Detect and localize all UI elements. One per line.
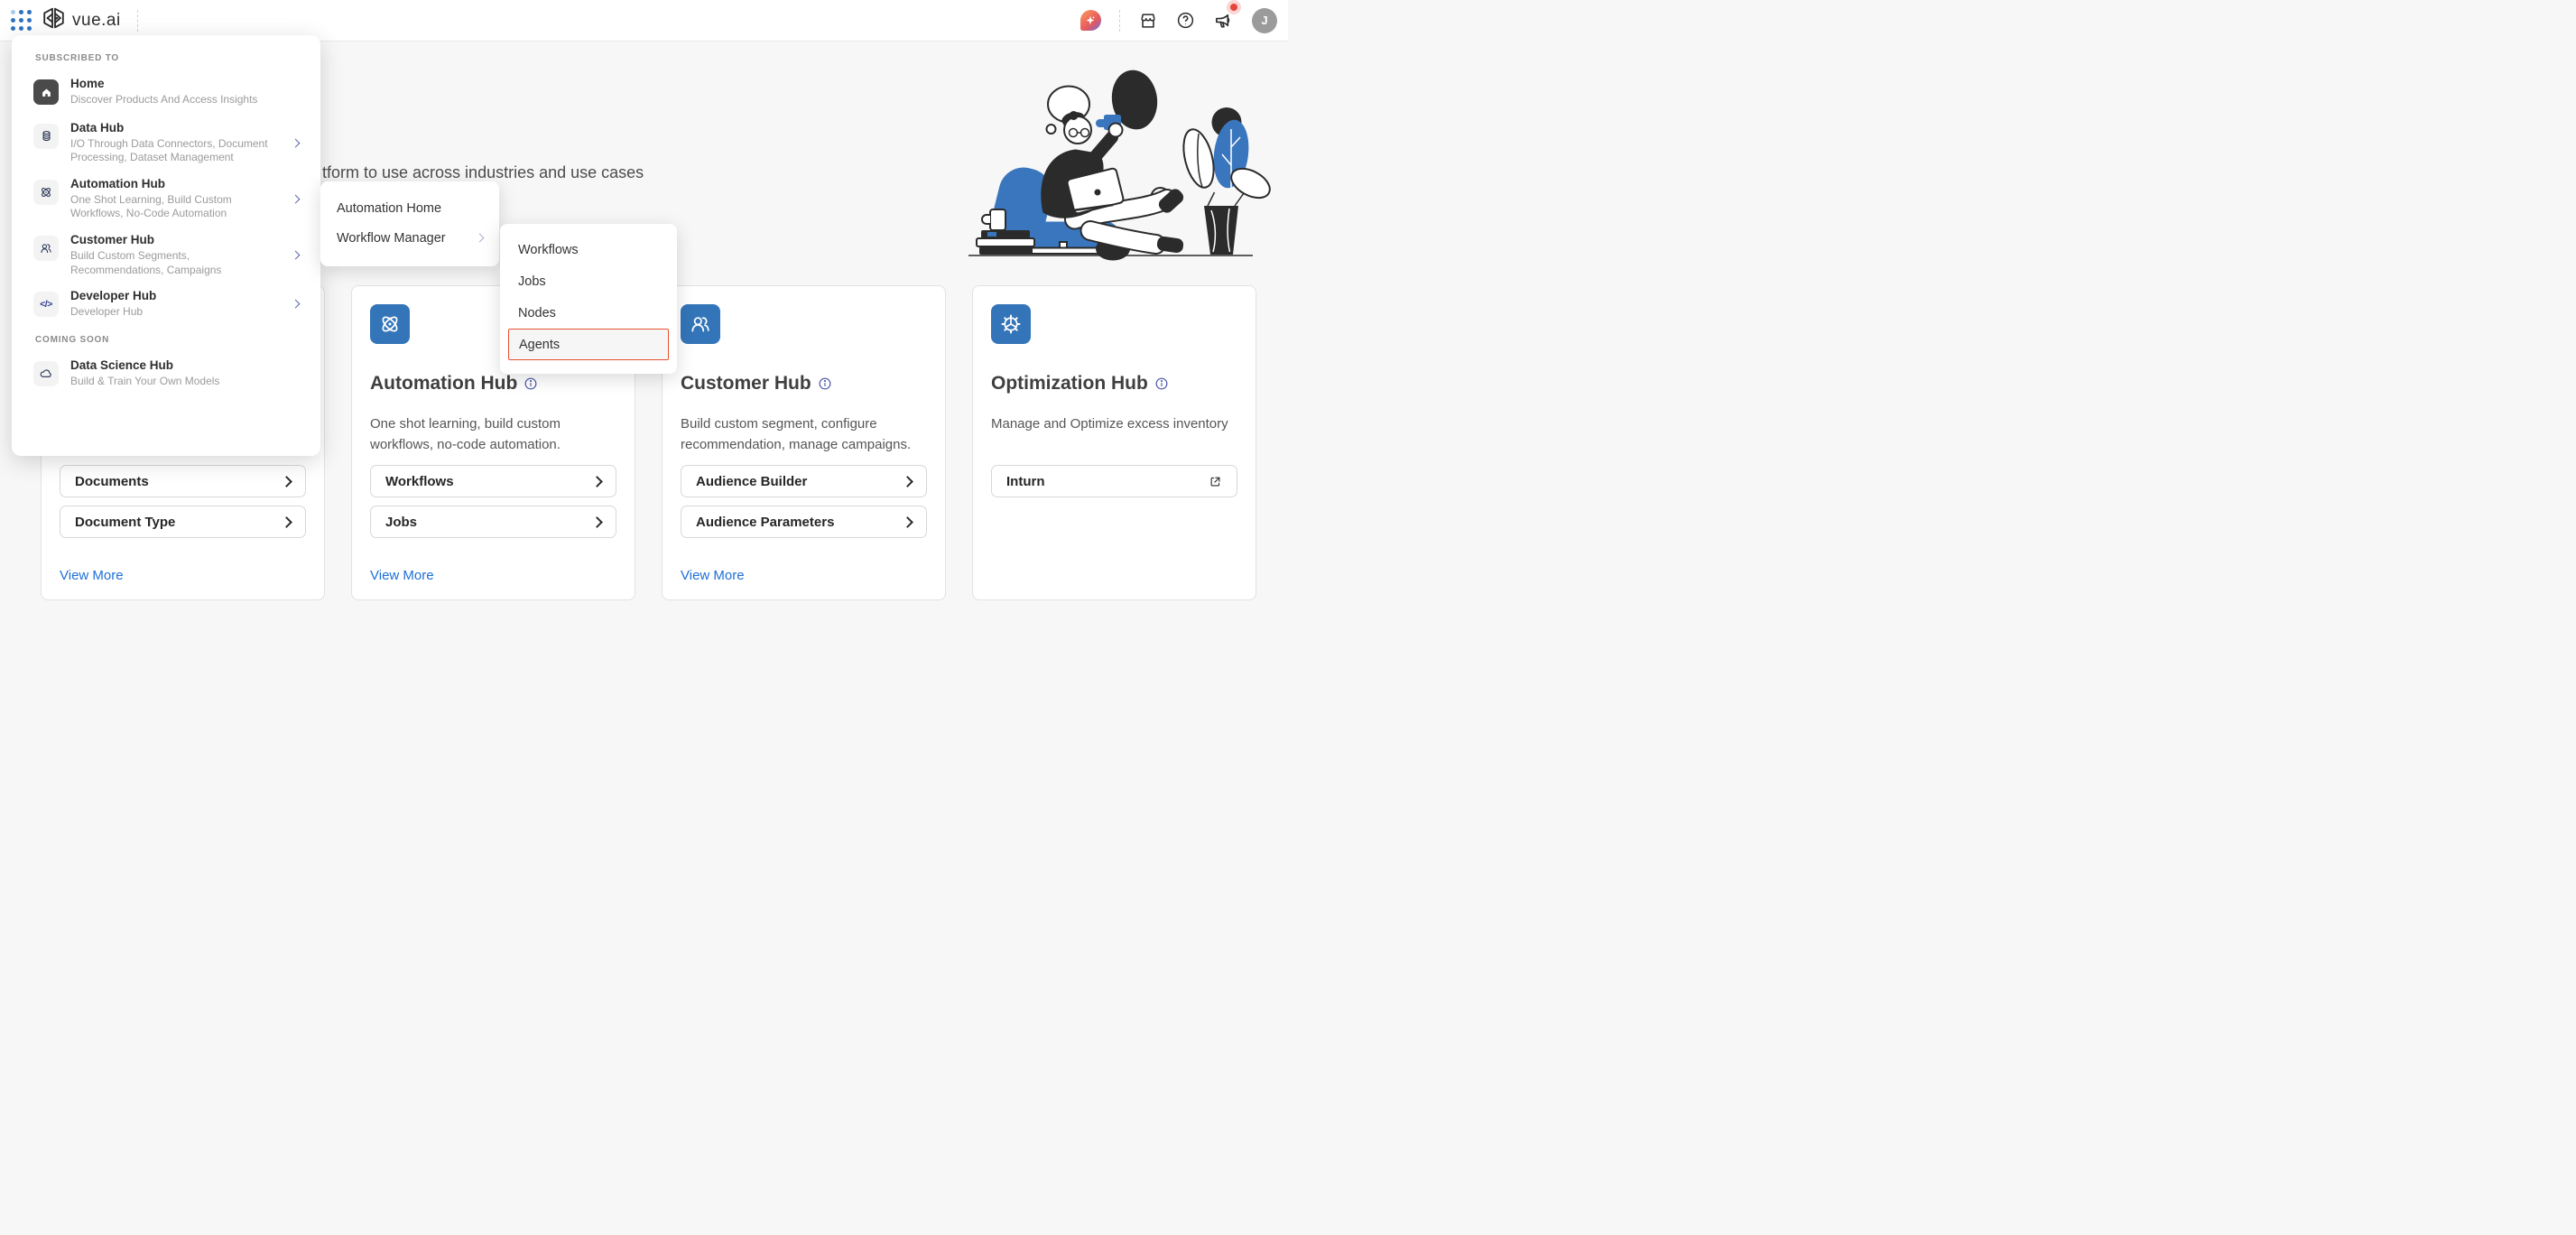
menu-item-developer-hub[interactable]: </> Developer Hub Developer Hub (33, 289, 299, 320)
view-more-link[interactable]: View More (370, 568, 434, 583)
chevron-right-icon (476, 234, 485, 243)
chevron-right-icon (902, 476, 913, 488)
submenu-item-workflows[interactable]: Workflows (508, 234, 669, 265)
apps-dropdown-menu: SUBSCRIBED TO Home Discover Products And… (12, 35, 320, 456)
submenu-item-jobs[interactable]: Jobs (508, 265, 669, 297)
card-optimization-hub: Optimization Hub Manage and Optimize exc… (972, 285, 1256, 600)
chevron-right-icon (591, 516, 603, 528)
card-customer-buttons: Audience Builder Audience Parameters (681, 465, 927, 538)
menu-item-automation-hub[interactable]: Automation Hub One Shot Learning, Build … (33, 177, 299, 221)
document-type-button[interactable]: Document Type (60, 506, 306, 538)
notification-dot (1230, 4, 1237, 11)
view-more-link[interactable]: View More (60, 568, 124, 583)
help-icon[interactable] (1176, 11, 1195, 30)
info-icon[interactable] (1155, 377, 1168, 390)
atom-icon (370, 304, 410, 344)
hero-illustration (955, 61, 1280, 265)
chevron-right-icon (281, 476, 292, 488)
chevron-right-icon (292, 138, 301, 147)
menu-item-customer-hub[interactable]: Customer Hub Build Custom Segments, Reco… (33, 233, 299, 277)
menu-item-text: Data Hub I/O Through Data Connectors, Do… (70, 121, 281, 165)
menu-section-header: SUBSCRIBED TO (35, 53, 299, 63)
card-title: Automation Hub (370, 373, 537, 395)
menu-item-text: Developer Hub Developer Hub (70, 289, 281, 320)
info-icon[interactable] (524, 377, 537, 390)
menu-item-home[interactable]: Home Discover Products And Access Insigh… (33, 77, 299, 107)
database-icon (33, 124, 59, 149)
menu-item-text: Automation Hub One Shot Learning, Build … (70, 177, 281, 221)
external-link-icon (1209, 475, 1222, 488)
card-data-hub-buttons: Documents Document Type (60, 465, 306, 538)
menu-section-header: COMING SOON (35, 335, 299, 345)
announcements-icon[interactable] (1213, 10, 1234, 31)
inturn-button[interactable]: Inturn (991, 465, 1237, 497)
gear-icon (991, 304, 1031, 344)
submenu-item-automation-home[interactable]: Automation Home (320, 193, 499, 223)
chevron-right-icon (902, 516, 913, 528)
card-customer-hub: Customer Hub Build custom segment, confi… (662, 285, 946, 600)
info-icon[interactable] (819, 377, 831, 390)
cloud-icon (33, 361, 59, 386)
jobs-button[interactable]: Jobs (370, 506, 616, 538)
view-more-link[interactable]: View More (681, 568, 745, 583)
app-launcher-icon[interactable] (11, 10, 32, 31)
submenu-item-nodes[interactable]: Nodes (508, 297, 669, 329)
card-title: Customer Hub (681, 373, 831, 395)
card-description: One shot learning, build custom workflow… (370, 414, 621, 455)
chevron-right-icon (591, 476, 603, 488)
ai-assistant-icon[interactable] (1080, 10, 1101, 31)
card-title: Optimization Hub (991, 373, 1168, 395)
chevron-right-icon (281, 516, 292, 528)
submenu-item-agents[interactable]: Agents (508, 329, 669, 360)
topbar-divider-2 (1119, 10, 1120, 32)
vue-logo-icon (42, 6, 65, 34)
chevron-right-icon (292, 251, 301, 260)
marketplace-icon[interactable] (1138, 11, 1158, 31)
workflows-button[interactable]: Workflows (370, 465, 616, 497)
audience-builder-button[interactable]: Audience Builder (681, 465, 927, 497)
documents-button[interactable]: Documents (60, 465, 306, 497)
card-description: Build custom segment, configure recommen… (681, 414, 931, 455)
topbar-actions: J (1080, 8, 1277, 33)
people-icon (681, 304, 720, 344)
menu-item-text: Data Science Hub Build & Train Your Own … (70, 358, 289, 389)
chevron-right-icon (292, 195, 301, 204)
topbar-divider (137, 10, 138, 32)
audience-parameters-button[interactable]: Audience Parameters (681, 506, 927, 538)
vue-logo-text: vue.ai (72, 11, 121, 31)
card-description: Manage and Optimize excess inventory (991, 414, 1242, 435)
automation-submenu: Automation Home Workflow Manager (320, 181, 499, 266)
menu-item-text: Customer Hub Build Custom Segments, Reco… (70, 233, 281, 277)
people-icon (33, 236, 59, 261)
menu-item-data-science-hub[interactable]: Data Science Hub Build & Train Your Own … (33, 358, 299, 389)
code-icon: </> (33, 292, 59, 317)
menu-item-data-hub[interactable]: Data Hub I/O Through Data Connectors, Do… (33, 121, 299, 165)
page-heading-fragment: tform to use across industries and use c… (322, 163, 644, 182)
atom-icon (33, 180, 59, 205)
menu-item-text: Home Discover Products And Access Insigh… (70, 77, 289, 107)
card-automation-buttons: Workflows Jobs (370, 465, 616, 538)
submenu-item-workflow-manager[interactable]: Workflow Manager (320, 223, 499, 253)
card-optimization-buttons: Inturn (991, 465, 1237, 497)
user-avatar[interactable]: J (1252, 8, 1277, 33)
home-icon (33, 79, 59, 105)
workflow-manager-submenu: Workflows Jobs Nodes Agents (500, 224, 677, 374)
chevron-right-icon (292, 300, 301, 309)
